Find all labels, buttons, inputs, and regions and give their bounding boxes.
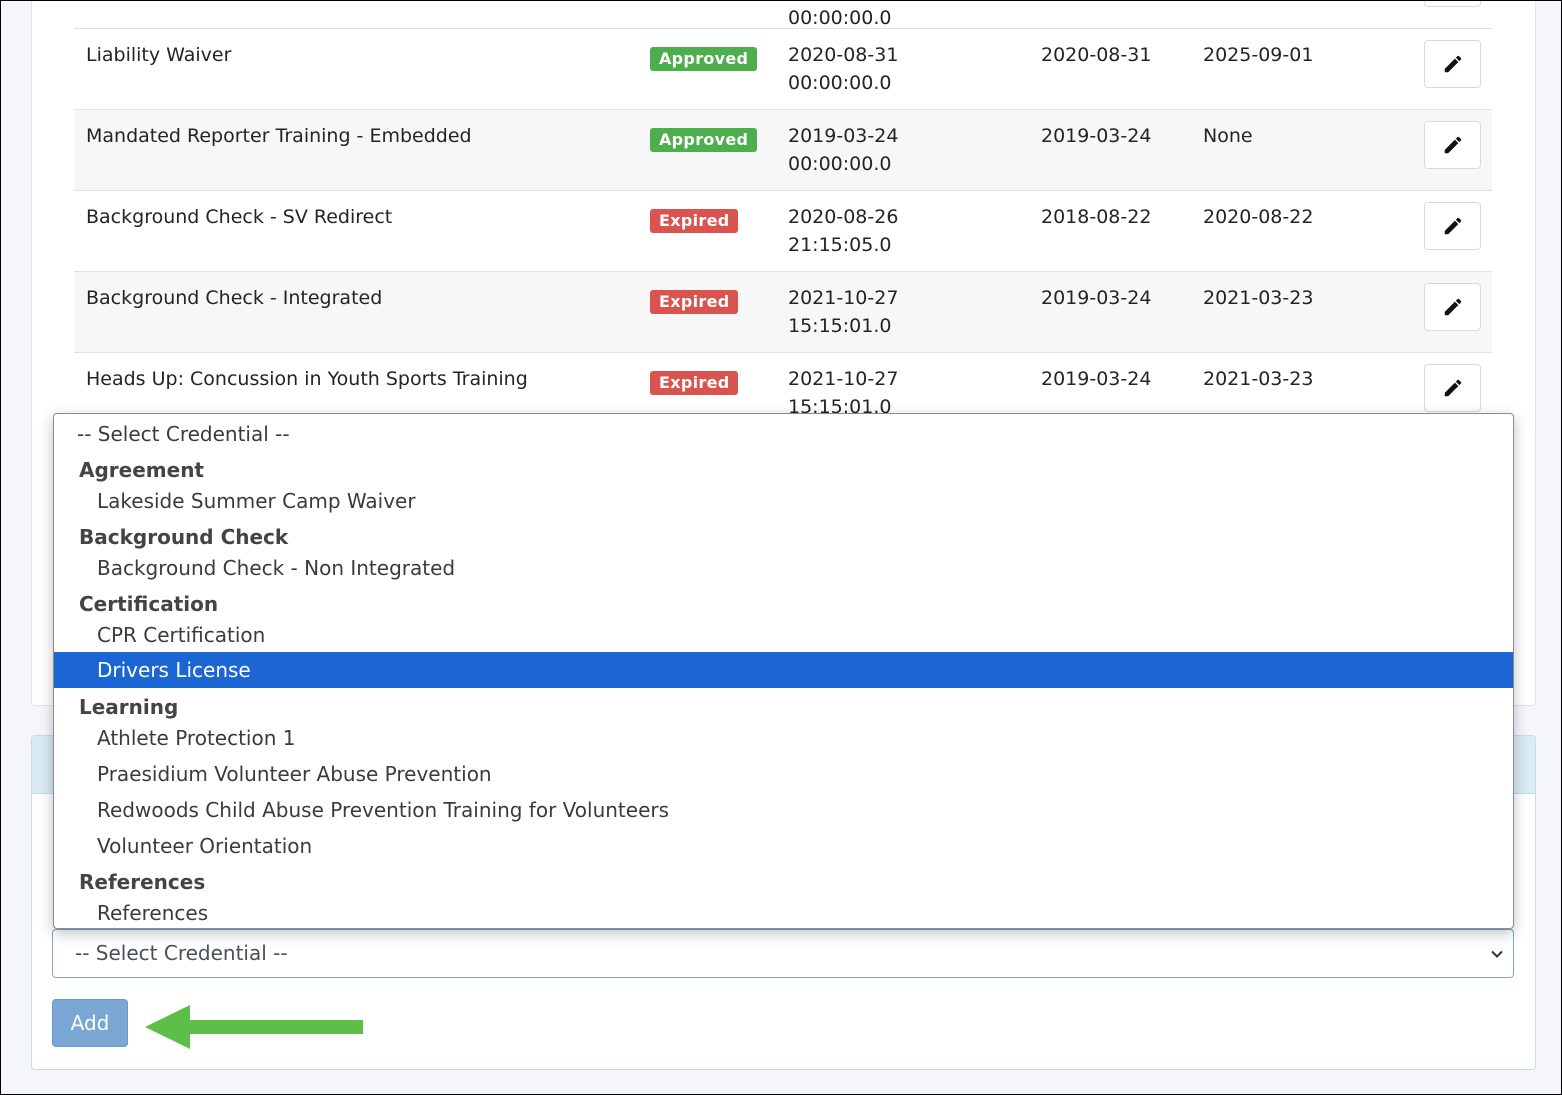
status-badge: Approved — [650, 128, 758, 152]
submitted-date: 2021-10-27 — [788, 368, 899, 390]
credential-name: Heads Up: Concussion in Youth Sports Tra… — [86, 368, 528, 390]
edit-button[interactable] — [1424, 121, 1481, 169]
credential-name: Background Check - Integrated — [86, 287, 383, 309]
end-date: 2025-09-01 — [1203, 44, 1314, 66]
submitted-date: 2021-10-27 — [788, 287, 899, 309]
dropdown-option[interactable]: References — [54, 895, 1513, 928]
credential-select[interactable]: -- Select Credential -- — [52, 929, 1514, 978]
select-value: -- Select Credential -- — [75, 941, 288, 965]
submitted-date: 2019-03-24 — [788, 125, 899, 147]
edit-button[interactable] — [1424, 0, 1481, 7]
submitted-time: 00:00:00.0 — [788, 153, 892, 175]
dropdown-option[interactable]: Athlete Protection 1 — [54, 720, 1513, 756]
start-date: 2020-08-31 — [1041, 44, 1152, 66]
table-row: Mandated Reporter Training - Embedded Ap… — [74, 109, 1492, 190]
status-badge: Approved — [650, 47, 758, 71]
chevron-down-icon — [1487, 930, 1507, 977]
table-row: Background Check - SV Redirect Expired 2… — [74, 190, 1492, 271]
submitted-time: 21:15:05.0 — [788, 234, 892, 256]
credential-name: Liability Waiver — [86, 44, 232, 66]
pencil-icon — [1444, 379, 1461, 397]
table-row: 00:00:00.0 — [74, 0, 1492, 29]
dropdown-option[interactable]: CPR Certification — [54, 617, 1513, 653]
edit-button[interactable] — [1424, 283, 1481, 331]
edit-button[interactable] — [1424, 364, 1481, 412]
submitted-time: 00:00:00.0 — [788, 72, 892, 94]
start-date: 2018-08-22 — [1041, 206, 1152, 228]
edit-button[interactable] — [1424, 40, 1481, 88]
dropdown-option[interactable]: Volunteer Orientation — [54, 828, 1513, 864]
start-date: 2019-03-24 — [1041, 368, 1152, 390]
table-row: Background Check - Integrated Expired 20… — [74, 271, 1492, 352]
pencil-icon — [1444, 136, 1461, 154]
add-button[interactable]: Add — [52, 999, 128, 1047]
dropdown-option[interactable]: Redwoods Child Abuse Prevention Training… — [54, 792, 1513, 828]
end-date: 2021-03-23 — [1203, 287, 1314, 309]
pencil-icon — [1444, 217, 1461, 235]
status-badge: Expired — [650, 209, 739, 233]
submitted-time: 15:15:01.0 — [788, 315, 892, 337]
end-date: None — [1203, 125, 1253, 147]
pencil-icon — [1444, 55, 1461, 73]
submitted-date: 2020-08-26 — [788, 206, 899, 228]
dropdown-option-placeholder[interactable]: -- Select Credential -- — [54, 416, 1513, 452]
dropdown-option[interactable]: Lakeside Summer Camp Waiver — [54, 483, 1513, 519]
dropdown-option[interactable]: Praesidium Volunteer Abuse Prevention — [54, 756, 1513, 792]
end-date: 2020-08-22 — [1203, 206, 1314, 228]
status-badge: Expired — [650, 371, 739, 395]
credential-dropdown-list[interactable]: -- Select Credential -- Agreement Lakesi… — [53, 413, 1514, 929]
start-date: 2019-03-24 — [1041, 287, 1152, 309]
status-badge: Expired — [650, 290, 739, 314]
pencil-icon — [1444, 298, 1461, 316]
credential-name: Mandated Reporter Training - Embedded — [86, 125, 472, 147]
table-row: Liability Waiver Approved 2020-08-31 00:0… — [74, 28, 1492, 109]
start-date: 2019-03-24 — [1041, 125, 1152, 147]
dropdown-option[interactable]: Background Check - Non Integrated — [54, 550, 1513, 586]
dropdown-option-selected[interactable]: Drivers License — [54, 652, 1513, 688]
end-date: 2021-03-23 — [1203, 368, 1314, 390]
edit-button[interactable] — [1424, 202, 1481, 250]
green-arrow-left-icon — [145, 1005, 363, 1049]
credential-name: Background Check - SV Redirect — [86, 206, 393, 228]
submitted-date: 2020-08-31 — [788, 44, 899, 66]
